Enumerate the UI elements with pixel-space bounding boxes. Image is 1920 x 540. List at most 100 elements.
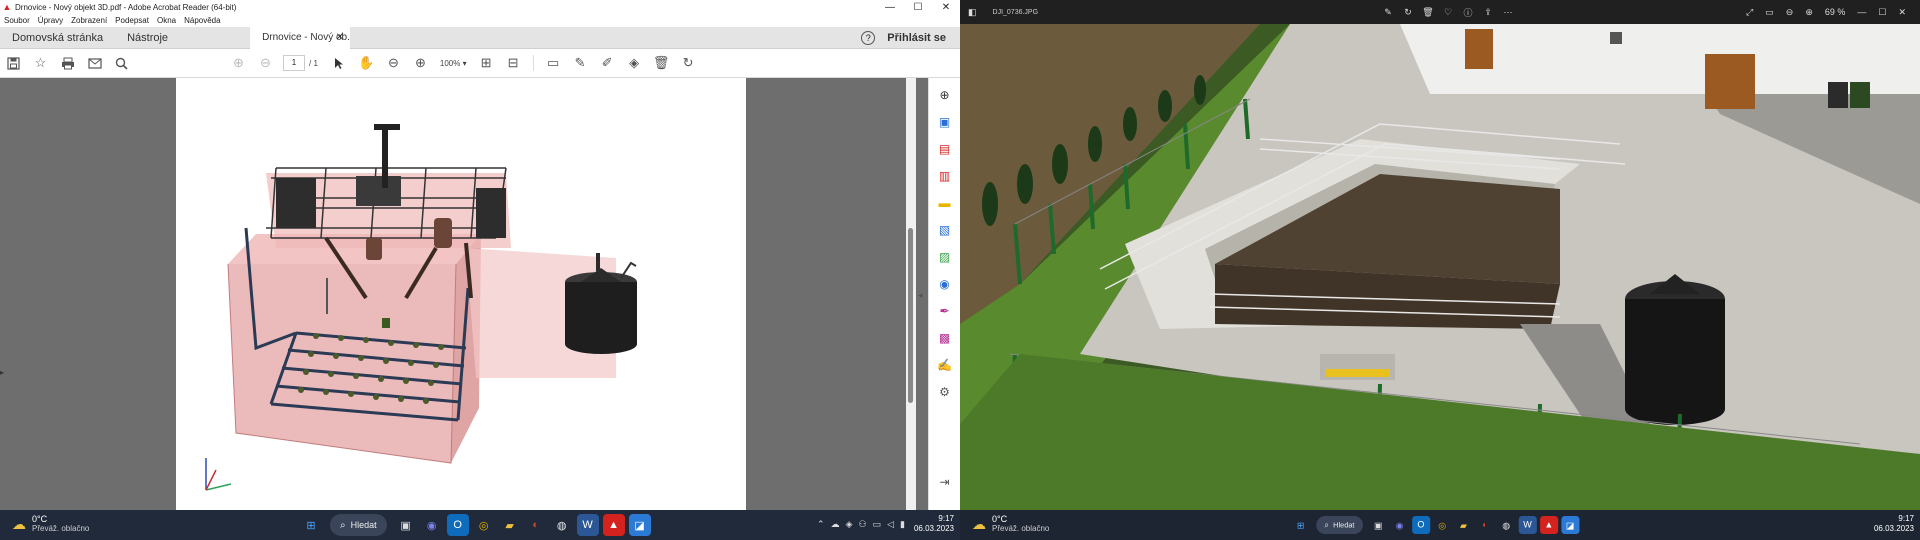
clock[interactable]: 9:17 06.03.2023	[914, 514, 954, 534]
menu-file[interactable]: Soubor	[0, 16, 34, 25]
clock-right[interactable]: 9:17 06.03.2023	[1874, 514, 1914, 534]
zoom-dropdown[interactable]: 100% ▾	[434, 59, 473, 68]
word-icon[interactable]: W	[1518, 515, 1537, 535]
acrobat-taskbar-icon[interactable]: ▲	[1539, 515, 1558, 535]
delete-image-icon[interactable]: 🗑	[1418, 7, 1438, 18]
draw-icon[interactable]: ✐	[594, 52, 621, 74]
email-icon[interactable]	[81, 52, 108, 74]
weather-widget-right[interactable]: ☁ 0°C Převáž. oblačno	[972, 514, 1049, 534]
teams-icon[interactable]: ◍	[551, 514, 573, 536]
weather-widget[interactable]: ☁ 0°C Převáž. oblačno	[12, 514, 89, 534]
zoom-in-photo-icon[interactable]: ⊕	[1805, 7, 1813, 18]
aerial-photo[interactable]	[960, 24, 1920, 510]
chat-icon[interactable]: ◉	[1391, 516, 1409, 534]
word-icon[interactable]: W	[576, 514, 599, 536]
file-explorer-icon[interactable]: ▰	[499, 514, 521, 536]
fit-window-icon[interactable]: ▭	[1765, 7, 1774, 18]
acrobat-taskbar-icon[interactable]: ▲	[602, 514, 625, 536]
favorite-icon[interactable]: ♡	[1438, 7, 1458, 18]
maximize-button[interactable]: ☐	[904, 2, 932, 13]
send-sign-icon[interactable]: ✍	[935, 355, 955, 375]
photos-taskbar-icon[interactable]: ◪	[628, 514, 651, 536]
menu-sign[interactable]: Podepsat	[111, 16, 153, 25]
tab-tools[interactable]: Nástroje	[115, 27, 180, 49]
outlook-icon[interactable]: O	[446, 514, 469, 536]
zoom-out-photo-icon[interactable]: ⊖	[1786, 7, 1794, 18]
minimize-button[interactable]: —	[876, 2, 904, 13]
highlight-icon[interactable]: ✎	[567, 52, 594, 74]
photos-maximize-button[interactable]: ☐	[1878, 7, 1886, 18]
info-icon[interactable]: ⓘ	[1458, 6, 1478, 19]
start-icon[interactable]: ⊞	[1292, 516, 1310, 534]
start-icon[interactable]: ⊞	[300, 514, 322, 536]
fullscreen-icon[interactable]: ⤢	[1746, 7, 1753, 18]
comment-tool-icon[interactable]: ▬	[935, 193, 955, 213]
close-tab-icon[interactable]: ✕	[336, 27, 344, 49]
expand-pane-icon[interactable]: ⇥	[935, 472, 955, 492]
stamp-icon[interactable]: ◈	[621, 52, 648, 74]
comment-icon[interactable]: ▭	[540, 52, 567, 74]
chevron-up-icon[interactable]: ⌃	[817, 519, 825, 530]
scrollbar-thumb[interactable]	[908, 228, 913, 403]
menu-edit[interactable]: Úpravy	[34, 16, 67, 25]
more-tools-icon[interactable]: ⚙	[935, 382, 955, 402]
tab-home[interactable]: Domovská stránka	[0, 27, 115, 49]
organize-pages-icon[interactable]: ▨	[935, 247, 955, 267]
page-down-icon[interactable]: ⊖	[252, 52, 279, 74]
chrome-icon[interactable]: ◎	[1433, 516, 1451, 534]
taskbar-search[interactable]: ⌕ Hledat	[330, 514, 387, 536]
edit-pdf-icon[interactable]: ▤	[935, 139, 955, 159]
zoom-out-icon[interactable]: ⊖	[380, 52, 407, 74]
page-up-icon[interactable]: ⊕	[225, 52, 252, 74]
zoom-in-icon[interactable]: ⊕	[407, 52, 434, 74]
zoom-search-icon[interactable]: ⊕	[935, 85, 955, 105]
search-icon[interactable]	[108, 52, 135, 74]
network-icon[interactable]: ⚇	[858, 519, 866, 530]
export-pdf-icon[interactable]: ▥	[935, 166, 955, 186]
delete-icon[interactable]: 🗑	[648, 52, 675, 74]
page-number-input[interactable]: 1	[283, 55, 305, 71]
monitor-icon[interactable]: ▭	[873, 519, 882, 530]
pdf-page[interactable]	[176, 78, 746, 510]
menu-window[interactable]: Okna	[153, 16, 180, 25]
menu-help[interactable]: Nápověda	[180, 16, 224, 25]
left-panel-toggle-icon[interactable]: ▸	[0, 368, 4, 377]
outlook-icon[interactable]: O	[1411, 515, 1430, 535]
scan-icon[interactable]: ◉	[935, 274, 955, 294]
tab-document[interactable]: Drnovice - Nový ob... ✕	[250, 26, 351, 49]
rotate-image-icon[interactable]: ↻	[1398, 7, 1418, 18]
taskbar-search-right[interactable]: ⌕ Hledat	[1316, 515, 1363, 535]
help-icon[interactable]: ?	[861, 30, 876, 45]
edit-image-icon[interactable]: ✎	[1378, 7, 1398, 18]
chat-icon[interactable]: ◉	[421, 514, 443, 536]
file-explorer-icon[interactable]: ▰	[1455, 516, 1473, 534]
close-button[interactable]: ✕	[932, 2, 960, 13]
menu-view[interactable]: Zobrazení	[67, 16, 111, 25]
fill-sign-icon[interactable]: ✒	[935, 301, 955, 321]
shield-icon[interactable]: ◈	[846, 519, 853, 530]
hand-tool-icon[interactable]: ✋	[353, 52, 380, 74]
right-pane-collapse-icon[interactable]: ◂	[918, 290, 923, 301]
vertical-scrollbar[interactable]	[906, 78, 916, 510]
task-view-icon[interactable]: ▣	[395, 514, 417, 536]
print-icon[interactable]	[54, 52, 81, 74]
battery-icon[interactable]: ▮	[900, 519, 905, 530]
photos-taskbar-icon[interactable]: ◪	[1561, 515, 1580, 535]
3d-model-drawing[interactable]	[176, 78, 746, 510]
more-options-icon[interactable]: ⋯	[1498, 7, 1518, 18]
fit-page-icon[interactable]: ⊞	[473, 52, 500, 74]
save-icon[interactable]	[0, 52, 27, 74]
sign-in-button[interactable]: Přihlásit se	[887, 32, 946, 44]
document-viewer[interactable]: ▸	[0, 78, 944, 510]
photos-minimize-button[interactable]: —	[1857, 7, 1866, 17]
photos-close-button[interactable]: ✕	[1898, 7, 1906, 18]
task-view-icon[interactable]: ▣	[1369, 516, 1387, 534]
share-icon[interactable]: ⇪	[1478, 7, 1498, 18]
powerpoint-icon[interactable]: ◐	[1476, 516, 1494, 534]
combine-files-icon[interactable]: ▧	[935, 220, 955, 240]
protect-icon[interactable]: ▩	[935, 328, 955, 348]
scroll-mode-icon[interactable]: ⊟	[500, 52, 527, 74]
select-cursor-icon[interactable]	[326, 52, 353, 74]
teams-icon[interactable]: ◍	[1497, 516, 1515, 534]
volume-icon[interactable]: ◁	[887, 519, 894, 530]
